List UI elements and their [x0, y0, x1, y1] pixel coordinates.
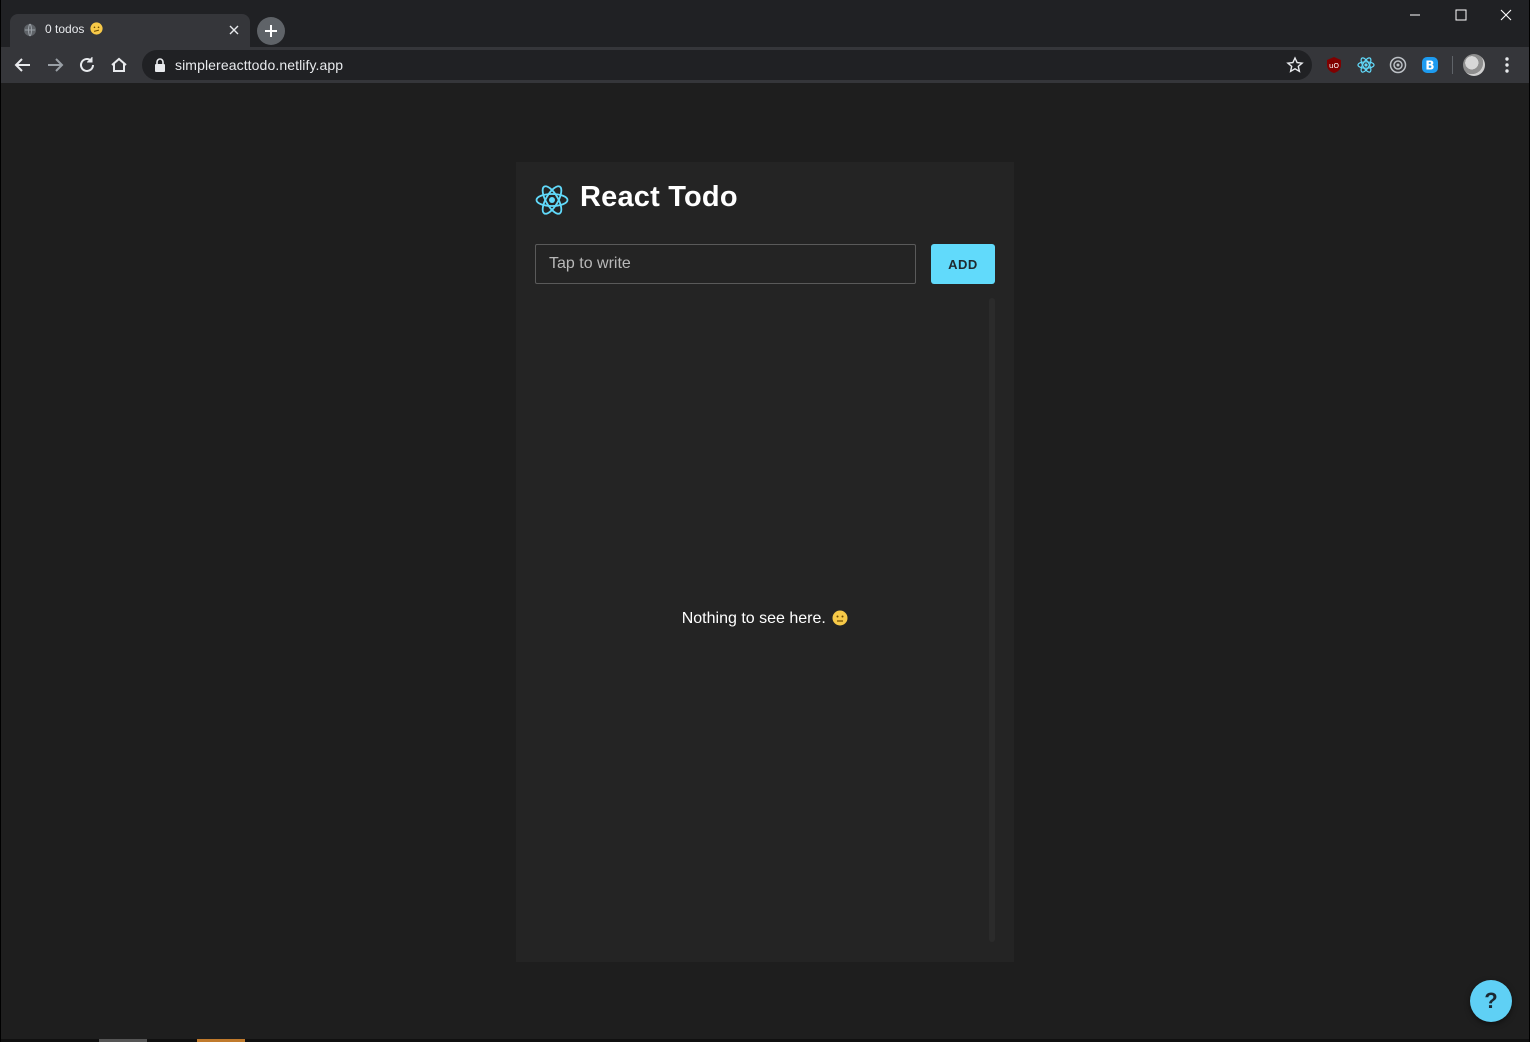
help-button[interactable]: ?	[1470, 980, 1512, 1022]
new-tab-button[interactable]	[257, 17, 285, 45]
browser-window: 0 todos simplereacttodo.netlify.app uO B…	[1, 0, 1529, 1042]
lock-icon[interactable]	[154, 58, 166, 72]
minimize-icon[interactable]	[1392, 0, 1438, 30]
browser-tab[interactable]: 0 todos	[10, 14, 250, 47]
ublock-origin-icon[interactable]: uO	[1324, 55, 1344, 75]
svg-text:B: B	[1425, 59, 1434, 73]
browser-toolbar: simplereacttodo.netlify.app uO B	[1, 47, 1529, 83]
maximize-icon[interactable]	[1438, 0, 1484, 30]
arrow-right-icon[interactable]	[42, 52, 68, 78]
empty-state-text: Nothing to see here.	[681, 610, 826, 627]
address-bar[interactable]: simplereacttodo.netlify.app	[142, 50, 1312, 80]
react-logo-icon	[535, 185, 569, 215]
url-text: simplereacttodo.netlify.app	[175, 57, 344, 73]
star-icon[interactable]	[1286, 56, 1304, 74]
plus-icon	[265, 25, 277, 37]
add-button[interactable]: ADD	[931, 244, 995, 284]
app-title: React Todo	[580, 181, 738, 213]
svg-text:uO: uO	[1329, 62, 1339, 70]
todo-list: Nothing to see here.	[535, 298, 995, 942]
confused-face-icon	[90, 22, 103, 35]
todo-input[interactable]	[535, 244, 916, 284]
home-icon[interactable]	[106, 52, 132, 78]
tab-strip: 0 todos	[1, 0, 1529, 47]
toolbar-divider	[1452, 56, 1453, 74]
reload-icon[interactable]	[74, 52, 100, 78]
neutral-face-icon	[832, 610, 848, 626]
target-extension-icon[interactable]	[1388, 55, 1408, 75]
tab-title: 0 todos	[45, 22, 103, 36]
todo-card: React Todo ADD Nothing to see here.	[516, 162, 1014, 962]
tab-title-text: 0 todos	[45, 22, 85, 36]
b-extension-icon[interactable]: B	[1420, 55, 1440, 75]
close-tab-icon[interactable]	[226, 22, 242, 38]
globe-icon	[24, 23, 36, 37]
react-devtools-icon[interactable]	[1356, 55, 1376, 75]
close-window-icon[interactable]	[1483, 0, 1529, 30]
arrow-left-icon[interactable]	[10, 52, 36, 78]
kebab-menu-icon[interactable]	[1499, 55, 1515, 75]
profile-avatar[interactable]	[1463, 54, 1485, 76]
list-scrollbar[interactable]	[989, 298, 995, 942]
page-viewport: React Todo ADD Nothing to see here. ?	[1, 83, 1529, 1039]
empty-state-message: Nothing to see here.	[535, 610, 995, 628]
